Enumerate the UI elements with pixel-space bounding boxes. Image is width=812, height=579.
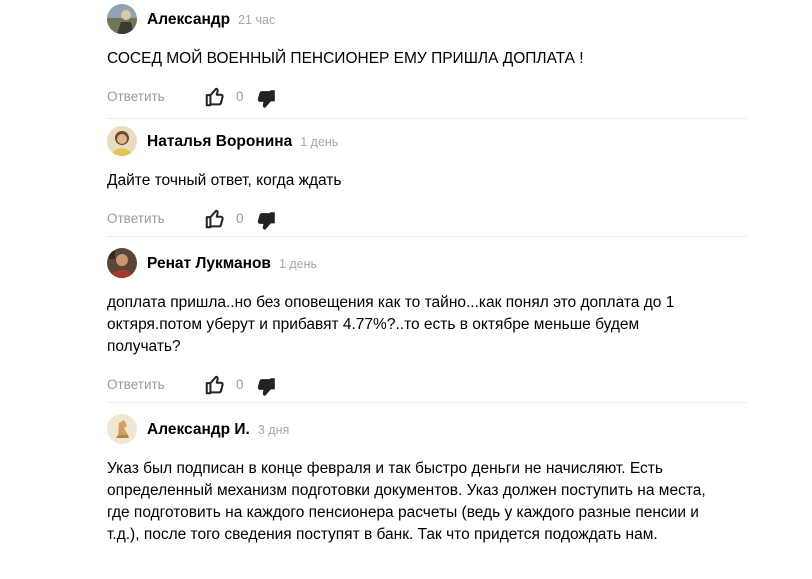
author-name[interactable]: Наталья Воронина 1 день <box>147 133 338 151</box>
comment-time: 1 день <box>278 257 318 271</box>
comment-time: 21 час <box>238 13 276 27</box>
author-name-text[interactable]: Наталья Воронина <box>147 133 292 150</box>
reply-button[interactable]: Ответить <box>107 89 165 104</box>
comment-divider <box>107 118 747 119</box>
author-name-text[interactable]: Ренат Лукманов <box>147 255 271 272</box>
comment-divider <box>107 402 747 403</box>
comment-header: Александр И. 3 дня <box>107 414 747 446</box>
comment-text: Дайте точный ответ, когда ждать <box>107 172 342 189</box>
reply-button[interactable]: Ответить <box>107 211 165 226</box>
comment-text: Указ был подписан в конце февраля и так … <box>107 460 706 543</box>
reply-button[interactable]: Ответить <box>107 377 165 392</box>
avatar[interactable] <box>107 248 137 278</box>
likes-count: 0 <box>236 377 244 392</box>
comment-time: 3 дня <box>257 423 290 437</box>
comment-header: Александр 21 час <box>107 4 747 36</box>
comment-text: доплата пришла..но без оповещения как то… <box>107 294 675 355</box>
avatar[interactable] <box>107 126 137 156</box>
avatar[interactable] <box>107 414 137 444</box>
thumbs-down-icon[interactable] <box>255 210 277 232</box>
comment-divider <box>107 236 747 237</box>
comment: Ренат Лукманов 1 день доплата пришла..но … <box>107 248 747 398</box>
thumbs-down-icon[interactable] <box>255 376 277 398</box>
author-name[interactable]: Александр И. 3 дня <box>147 421 289 439</box>
comment-header: Наталья Воронина 1 день <box>107 126 747 158</box>
avatar[interactable] <box>107 4 137 34</box>
author-name-text[interactable]: Александр <box>147 11 230 28</box>
comment-header: Ренат Лукманов 1 день <box>107 248 747 280</box>
author-name-text[interactable]: Александр И. <box>147 421 250 438</box>
likes-count: 0 <box>236 89 244 104</box>
thumbs-up-icon[interactable] <box>204 86 226 108</box>
comment: Александр 21 час СОСЕД МОЙ ВОЕННЫЙ ПЕНСИО… <box>107 4 747 110</box>
thumbs-up-icon[interactable] <box>204 208 226 230</box>
comment: Наталья Воронина 1 день Дайте точный отве… <box>107 126 747 232</box>
comment: Александр И. 3 дня Указ был подписан в ко… <box>107 414 747 546</box>
comment-actions: Ответить 0 <box>107 208 747 232</box>
author-name[interactable]: Ренат Лукманов 1 день <box>147 255 317 273</box>
likes-count: 0 <box>236 211 244 226</box>
comment-actions: Ответить 0 <box>107 374 747 398</box>
comment-text: СОСЕД МОЙ ВОЕННЫЙ ПЕНСИОНЕР ЕМУ ПРИШЛА Д… <box>107 50 584 67</box>
author-name[interactable]: Александр 21 час <box>147 11 275 29</box>
comment-actions: Ответить 0 <box>107 86 747 110</box>
thumbs-down-icon[interactable] <box>255 88 277 110</box>
thumbs-up-icon[interactable] <box>204 374 226 396</box>
comment-time: 1 день <box>300 135 339 149</box>
